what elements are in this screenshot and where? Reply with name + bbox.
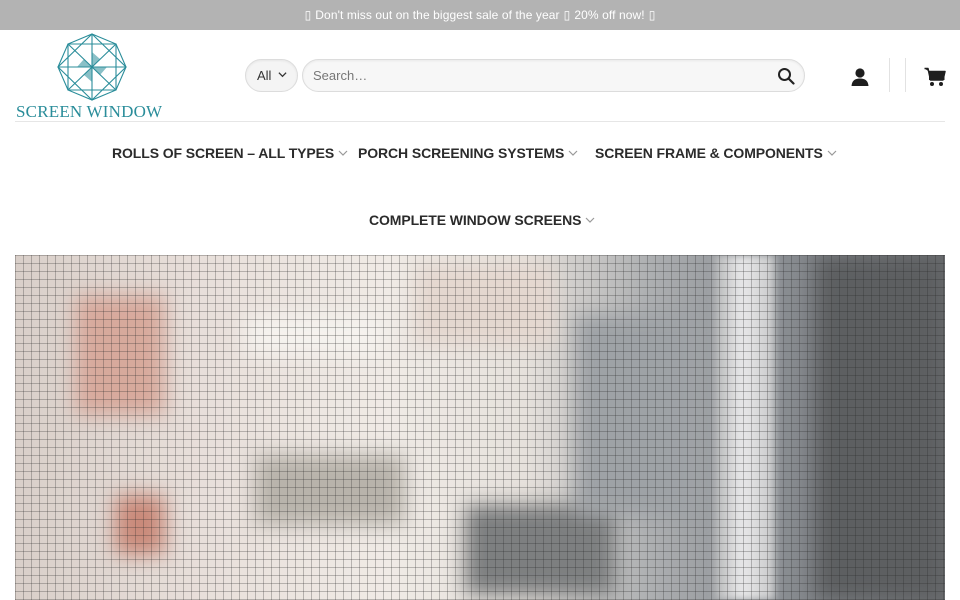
chevron-down-icon: [827, 150, 837, 156]
nav-item-label: SCREEN FRAME & COMPONENTS: [595, 145, 823, 161]
header-divider-line: [15, 121, 945, 122]
cart-icon[interactable]: [924, 67, 946, 87]
announcement-start-icon: ▯: [304, 8, 312, 22]
search-icon[interactable]: [777, 67, 795, 85]
announcement-offer: 20% off now!: [574, 8, 645, 22]
search-input[interactable]: [313, 60, 763, 91]
nav-item-label: PORCH SCREENING SYSTEMS: [358, 145, 565, 161]
chevron-down-icon: [338, 150, 348, 156]
site-logo[interactable]: SCREEN WINDOW: [14, 30, 174, 122]
announcement-bar: ▯ Don't miss out on the biggest sale of …: [0, 0, 960, 30]
category-select[interactable]: All: [245, 59, 298, 92]
nav-item-screen-frame[interactable]: SCREEN FRAME & COMPONENTS: [595, 145, 837, 161]
announcement-text: Don't miss out on the biggest sale of th…: [315, 8, 560, 22]
header-divider: [889, 58, 890, 92]
nav-item-label: COMPLETE WINDOW SCREENS: [369, 212, 582, 228]
hero-image: [15, 255, 945, 600]
chevron-down-icon: [278, 72, 287, 78]
announcement-mid-icon: ▯: [563, 8, 571, 22]
nav-item-label: ROLLS OF SCREEN – ALL TYPES: [112, 145, 335, 161]
logo-mark-icon: [57, 33, 127, 101]
nav-item-rolls-of-screen[interactable]: ROLLS OF SCREEN – ALL TYPES: [112, 145, 348, 161]
user-icon[interactable]: [850, 67, 870, 87]
chevron-down-icon: [585, 217, 595, 223]
announcement-end-icon: ▯: [648, 8, 656, 22]
search-box: [302, 59, 805, 92]
nav-item-complete-window-screens[interactable]: COMPLETE WINDOW SCREENS: [369, 212, 595, 228]
header-divider: [905, 58, 906, 92]
chevron-down-icon: [568, 150, 578, 156]
nav-item-porch-screening[interactable]: PORCH SCREENING SYSTEMS: [358, 145, 578, 161]
logo-text: SCREEN WINDOW: [16, 102, 163, 121]
hero-mesh-overlay: [15, 255, 945, 600]
site-header: SCREEN WINDOW All: [0, 30, 960, 122]
category-select-value: All: [257, 68, 272, 83]
